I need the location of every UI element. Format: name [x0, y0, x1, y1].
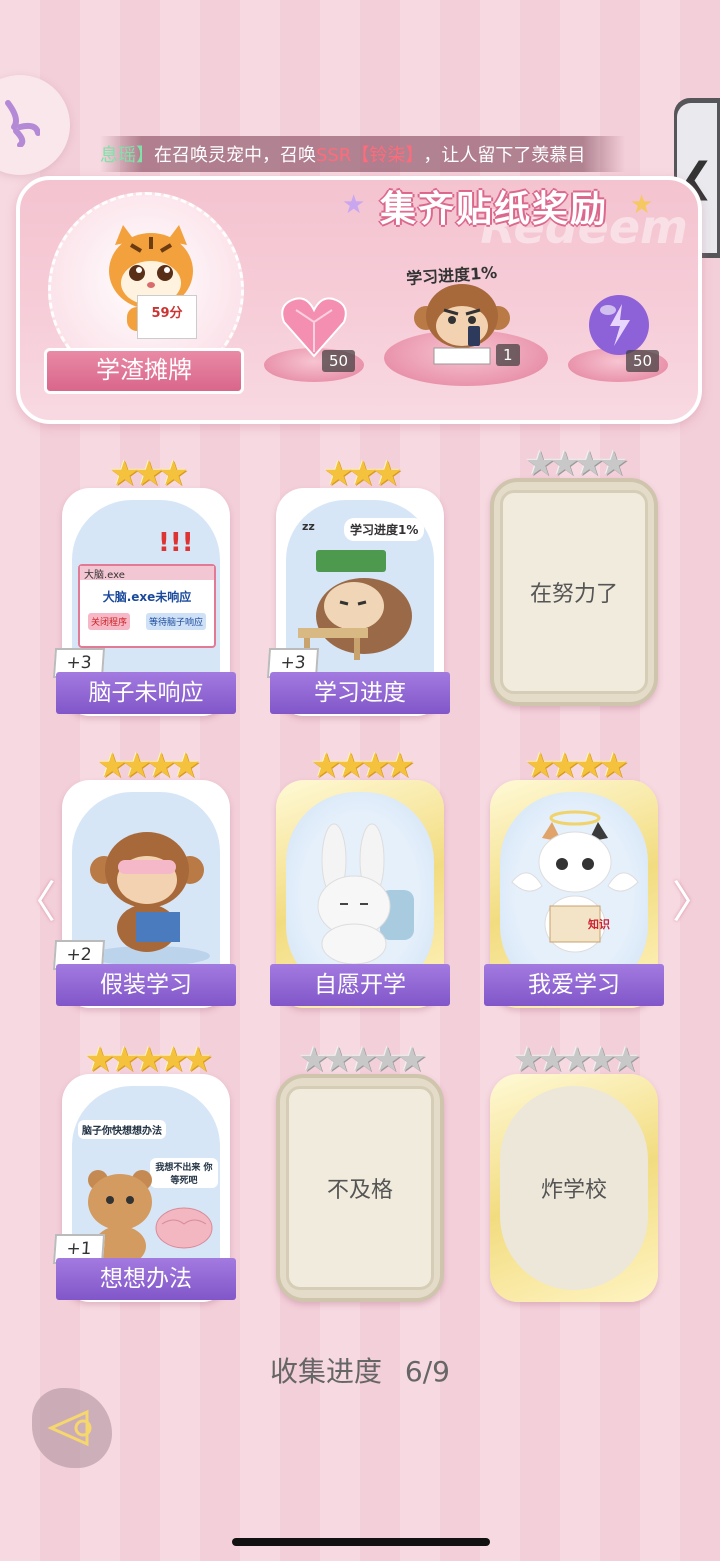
banner-title: 集齐贴纸奖励 [380, 189, 609, 230]
art-caption: 知识 [588, 918, 610, 931]
sticker-card[interactable]: ★★★★ 知识 我爱学习 [484, 748, 664, 1008]
star-rating: ★★★★ [97, 746, 201, 786]
reward-count: 50 [322, 350, 356, 372]
home-indicator[interactable] [232, 1538, 490, 1546]
star-rating: ★★★ [109, 454, 188, 494]
sticker-card-locked[interactable]: ★★★★ 在努力了 [490, 446, 658, 706]
angel-cat-art [511, 810, 639, 953]
card-title: 假装学习 [56, 964, 236, 1006]
star-rating: ★★★★ [525, 444, 629, 484]
card-title: 在努力了 [529, 582, 618, 607]
purple-orb-icon[interactable] [586, 292, 652, 358]
collection-progress: 收集进度 6/9 [0, 1350, 720, 1390]
back-button[interactable] [32, 1388, 112, 1468]
corner-menu-bubble[interactable] [0, 75, 70, 175]
collection-label: 收集进度 [270, 1355, 383, 1388]
sticker-card[interactable]: ★★★★ 自愿开学 [270, 748, 450, 1008]
marquee-text-2: ，让人留下了羡慕目 [423, 145, 586, 166]
sticker-card[interactable]: ★★★ 学习进度1% zz +3 学习进度 [266, 456, 450, 716]
marquee-text-1: 在召唤灵宠中，召唤 [154, 145, 316, 166]
card-title: 自愿开学 [270, 964, 450, 1006]
card-title: 想想办法 [56, 1258, 236, 1300]
bunny-art [317, 823, 414, 965]
star-rating: ★★★★★ [512, 1040, 641, 1080]
sticker-card[interactable]: ★★★★ +2 假装学习 [52, 748, 236, 1008]
sticker-set-name: 学渣摊牌 [44, 348, 244, 394]
sticker-card[interactable]: ★★★ !!! 大脑.exe 大脑.exe未响应 关闭程序 等待脑子响应 +3 … [52, 456, 236, 716]
star-icon: ★ [342, 190, 366, 220]
reward-banner: Redeem ★ ★ 集齐贴纸奖励 59分 学渣摊牌 50 学习进度1% 1 5… [16, 176, 702, 424]
sleep-icon: zz [302, 520, 315, 533]
star-rating: ★★★ [323, 454, 402, 494]
art-caption: 脑子你快想想办法 [78, 1120, 166, 1139]
reward-count: 1 [496, 344, 520, 366]
exclaim-icon: !!! [158, 528, 194, 558]
collection-value: 6/9 [404, 1355, 450, 1388]
star-rating: ★★★★ [311, 746, 415, 786]
art-caption: 学习进度1% [344, 518, 425, 541]
card-title: 炸学校 [540, 1178, 607, 1203]
star-rating: ★★★★ [525, 746, 629, 786]
announcement-marquee: 息瑶】 在召唤灵宠中，召唤 SSR【铃柒】 ，让人留下了羡慕目 [100, 136, 625, 172]
star-rating: ★★★★★ [84, 1040, 213, 1080]
next-page-arrow[interactable]: 〉 [672, 866, 716, 930]
card-title: 脑子未响应 [56, 672, 236, 714]
sticker-card-locked[interactable]: ★★★★★ 不及格 [276, 1042, 444, 1302]
card-title: 我爱学习 [484, 964, 664, 1006]
prev-page-arrow[interactable]: 〈 [12, 866, 56, 930]
marquee-ssr: SSR【铃柒】 [316, 145, 424, 166]
flower-icon [5, 100, 40, 147]
score-paper: 59分 [137, 295, 197, 339]
marquee-prefix: 息瑶】 [100, 145, 154, 166]
star-rating: ★★★★★ [298, 1040, 427, 1080]
error-dialog-art: 大脑.exe 大脑.exe未响应 关闭程序 等待脑子响应 [78, 564, 216, 648]
star-icon: ★ [630, 190, 654, 220]
sticker-card-locked[interactable]: ★★★★★ 炸学校 [490, 1042, 658, 1302]
back-arrow-icon [47, 1409, 92, 1447]
sticker-card[interactable]: ★★★★★ 脑子你快想想办法 我想不出来 你等死吧 +1 想想办法 [52, 1042, 236, 1302]
card-title: 学习进度 [270, 672, 450, 714]
reward-count: 50 [626, 350, 660, 372]
card-title: 不及格 [326, 1178, 393, 1203]
